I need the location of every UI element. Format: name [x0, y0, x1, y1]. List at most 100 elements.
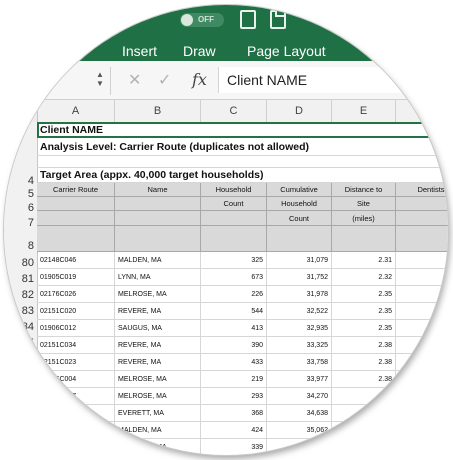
client-title-cell[interactable]: Client NAME	[37, 122, 448, 138]
header-empty[interactable]	[115, 197, 201, 211]
header-empty[interactable]	[37, 197, 115, 211]
cumulative-count-cell[interactable]: 35,062	[267, 422, 332, 439]
row-header[interactable]: 7	[4, 217, 37, 229]
distance-cell[interactable]: 2.31	[332, 252, 396, 269]
name-cell[interactable]: MALDEN, MA	[115, 252, 201, 269]
name-cell[interactable]: MELROSE, MA	[115, 388, 201, 405]
autosave-toggle[interactable]: OFF	[180, 13, 224, 27]
distance-cell[interactable]: 2.38	[332, 337, 396, 354]
name-cell[interactable]: MELROSE, MA	[115, 286, 201, 303]
name-cell[interactable]: REVERE, MA	[115, 337, 201, 354]
header-distance-miles[interactable]: (miles)	[332, 211, 396, 226]
blank-row[interactable]	[37, 156, 448, 168]
distance-cell[interactable]	[332, 422, 396, 439]
distance-cell[interactable]: 2.35	[332, 286, 396, 303]
header-empty[interactable]	[115, 211, 201, 226]
cumulative-count-cell[interactable]: 34,638	[267, 405, 332, 422]
header-empty[interactable]	[267, 226, 332, 252]
row-header[interactable]: 8	[4, 240, 37, 252]
cumulative-count-cell[interactable]: 31,752	[267, 269, 332, 286]
distance-cell[interactable]	[332, 439, 396, 455]
name-cell[interactable]: EVERETT, MA	[115, 405, 201, 422]
name-cell[interactable]: LYNN, MA	[115, 269, 201, 286]
distance-cell[interactable]: 2.38	[332, 354, 396, 371]
name-cell[interactable]: REVERE, MA	[115, 354, 201, 371]
carrier-route-cell[interactable]: 02151C020	[37, 303, 115, 320]
row-header[interactable]: 88	[4, 385, 37, 397]
dentists-cell[interactable]	[396, 388, 448, 405]
cumulative-count-cell[interactable]: 32,935	[267, 320, 332, 337]
distance-cell[interactable]: 2.35	[332, 303, 396, 320]
header-dentists[interactable]: Dentists	[396, 183, 448, 197]
select-all-corner[interactable]	[4, 100, 38, 122]
carrier-route-cell[interactable]	[37, 405, 115, 422]
dentists-cell[interactable]: 77	[396, 269, 448, 286]
dentists-cell[interactable]	[396, 439, 448, 455]
carrier-route-cell[interactable]: 01905C019	[37, 269, 115, 286]
name-cell[interactable]: SAUGUS, MA	[115, 320, 201, 337]
column-header-d[interactable]: D	[267, 100, 332, 122]
row-header[interactable]: 81	[4, 273, 37, 285]
name-cell[interactable]: MELROSE, MA	[115, 439, 201, 455]
column-header-f[interactable]	[396, 100, 448, 122]
column-header-e[interactable]: E	[332, 100, 396, 122]
cumulative-count-cell[interactable]: 35,401	[267, 439, 332, 455]
spinner-up-icon[interactable]: ▲	[96, 70, 104, 79]
household-count-cell[interactable]: 368	[201, 405, 267, 422]
row-header[interactable]: 83	[4, 305, 37, 317]
header-empty[interactable]	[201, 226, 267, 252]
header-name[interactable]: Name	[115, 183, 201, 197]
carrier-route-cell[interactable]: 02176C004	[37, 371, 115, 388]
distance-cell[interactable]	[332, 405, 396, 422]
header-empty[interactable]	[201, 211, 267, 226]
name-cell[interactable]: MELROSE, MA	[115, 371, 201, 388]
column-header-c[interactable]: C	[201, 100, 267, 122]
carrier-route-cell[interactable]: 02148C046	[37, 252, 115, 269]
distance-cell[interactable]: 2.38	[332, 371, 396, 388]
row-header[interactable]: 87	[4, 369, 37, 381]
household-count-cell[interactable]: 293	[201, 388, 267, 405]
cumulative-count-cell[interactable]: 34,270	[267, 388, 332, 405]
formula-input[interactable]: Client NAME	[218, 67, 448, 93]
analysis-level-cell[interactable]: Analysis Level: Carrier Route (duplicate…	[37, 138, 448, 156]
dentists-cell[interactable]	[396, 405, 448, 422]
header-cumulative-household[interactable]: Household	[267, 197, 332, 211]
distance-cell[interactable]: 2.38	[332, 388, 396, 405]
cumulative-count-cell[interactable]: 31,978	[267, 286, 332, 303]
header-household[interactable]: Household	[201, 183, 267, 197]
dentists-cell[interactable]: 91	[396, 252, 448, 269]
header-empty[interactable]	[115, 226, 201, 252]
header-empty[interactable]	[37, 226, 115, 252]
tab-page-layout[interactable]: Page Layout	[247, 43, 326, 59]
row-header[interactable]: 84	[4, 321, 37, 333]
carrier-route-cell[interactable]	[37, 439, 115, 455]
household-count-cell[interactable]: 219	[201, 371, 267, 388]
dentists-cell[interactable]	[396, 371, 448, 388]
column-header-a[interactable]: A	[37, 100, 115, 122]
insert-function-icon[interactable]: fx	[192, 70, 207, 89]
household-count-cell[interactable]: 339	[201, 439, 267, 455]
cumulative-count-cell[interactable]: 33,325	[267, 337, 332, 354]
dentists-cell[interactable]	[396, 354, 448, 371]
header-household-count[interactable]: Count	[201, 197, 267, 211]
dentists-cell[interactable]: 13	[396, 286, 448, 303]
header-empty[interactable]	[37, 211, 115, 226]
header-distance-site[interactable]: Site	[332, 197, 396, 211]
row-header[interactable]: 4	[4, 175, 37, 187]
save-icon[interactable]	[270, 10, 286, 29]
carrier-route-cell[interactable]: 02176C026	[37, 286, 115, 303]
dentists-cell[interactable]	[396, 337, 448, 354]
tab-insert[interactable]: Insert	[122, 43, 157, 59]
name-cell[interactable]: MALDEN, MA	[115, 422, 201, 439]
cumulative-count-cell[interactable]: 33,977	[267, 371, 332, 388]
carrier-route-cell[interactable]: 01906C012	[37, 320, 115, 337]
spinner-down-icon[interactable]: ▼	[96, 79, 104, 88]
distance-cell[interactable]: 2.35	[332, 320, 396, 337]
cumulative-count-cell[interactable]: 31,079	[267, 252, 332, 269]
enter-icon[interactable]: ✓	[158, 70, 171, 90]
carrier-route-cell[interactable]: 01906C037	[37, 388, 115, 405]
row-header[interactable]: 92	[4, 449, 37, 455]
header-empty[interactable]	[396, 211, 448, 226]
header-empty[interactable]	[332, 226, 396, 252]
column-header-b[interactable]: B	[115, 100, 201, 122]
